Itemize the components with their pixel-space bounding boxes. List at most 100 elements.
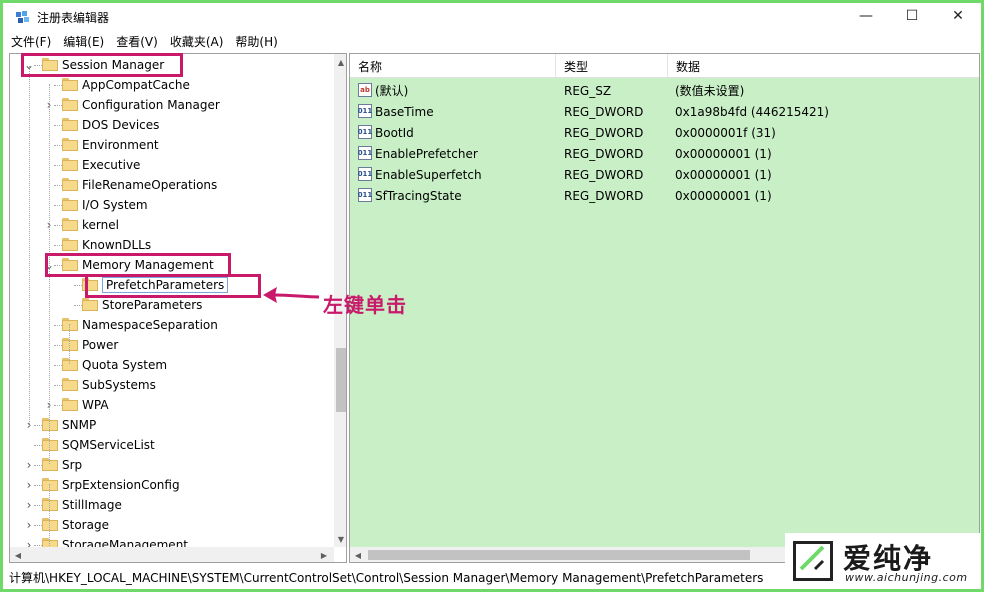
- tree-scroll-thumb[interactable]: [336, 348, 346, 412]
- tree-item[interactable]: NamespaceSeparation: [10, 315, 332, 335]
- value-type: REG_DWORD: [564, 125, 644, 140]
- tree-item[interactable]: Executive: [10, 155, 332, 175]
- tree-connector: [54, 145, 62, 146]
- folder-icon: [42, 418, 58, 431]
- folder-icon: [62, 338, 78, 351]
- tree-item-label: StoreParameters: [102, 298, 203, 312]
- tree-item[interactable]: DOS Devices: [10, 115, 332, 135]
- tree-item[interactable]: › Srp: [10, 455, 332, 475]
- expand-chevron-icon[interactable]: ›: [24, 458, 34, 472]
- tree-item[interactable]: SQMServiceList: [10, 435, 332, 455]
- tree-item[interactable]: Power: [10, 335, 332, 355]
- folder-icon: [42, 498, 58, 511]
- folder-icon: [62, 78, 78, 91]
- list-scroll-thumb[interactable]: [368, 550, 750, 560]
- tree-item-label: Srp: [62, 458, 83, 472]
- maximize-button[interactable]: ☐: [889, 3, 935, 29]
- tree-horizontal-scrollbar[interactable]: ◀ ▶: [10, 547, 334, 562]
- folder-icon: [62, 238, 78, 251]
- tree-guide-line: [69, 324, 70, 364]
- tree-item-label: kernel: [82, 218, 119, 232]
- value-row[interactable]: ab (默认) REG_SZ (数值未设置): [350, 80, 979, 101]
- tree-item-label: I/O System: [82, 198, 148, 212]
- tree-connector: [34, 545, 42, 546]
- close-button[interactable]: ✕: [935, 3, 981, 29]
- tree-connector: [34, 445, 42, 446]
- value-row[interactable]: 011 EnableSuperfetch REG_DWORD 0x00000001 (…: [350, 164, 979, 185]
- tree-item[interactable]: › Configuration Manager: [10, 95, 332, 115]
- tree-connector: [34, 465, 42, 466]
- tree-item[interactable]: › WPA: [10, 395, 332, 415]
- folder-icon: [62, 158, 78, 171]
- tree-item[interactable]: › SrpExtensionConfig: [10, 475, 332, 495]
- registry-app-icon: [16, 11, 29, 23]
- menu-favorites[interactable]: 收藏夹(A): [170, 33, 224, 50]
- value-row[interactable]: 011 BaseTime REG_DWORD 0x1a98b4fd (44621542…: [350, 101, 979, 122]
- expand-chevron-icon[interactable]: ›: [24, 478, 34, 492]
- registry-editor-window: 注册表编辑器 — ☐ ✕ 文件(F) 编辑(E) 查看(V) 收藏夹(A) 帮助…: [0, 0, 984, 592]
- folder-icon: [62, 98, 78, 111]
- tree-connector: [54, 105, 62, 106]
- folder-icon: [62, 178, 78, 191]
- tree-item-label: WPA: [82, 398, 109, 412]
- folder-icon: [42, 518, 58, 531]
- value-name: BootId: [375, 125, 414, 140]
- menu-edit[interactable]: 编辑(E): [63, 33, 104, 50]
- watermark-slash-icon: [799, 545, 825, 571]
- menu-help[interactable]: 帮助(H): [235, 33, 277, 50]
- column-header-name[interactable]: 名称: [350, 54, 556, 78]
- binary-value-icon: 011: [358, 167, 372, 181]
- tree-item[interactable]: KnownDLLs: [10, 235, 332, 255]
- column-header-type[interactable]: 类型: [556, 54, 668, 78]
- minimize-button[interactable]: —: [843, 3, 889, 29]
- tree-item[interactable]: AppCompatCache: [10, 75, 332, 95]
- scroll-up-arrow-icon[interactable]: ▲: [334, 54, 346, 70]
- value-row[interactable]: 011 BootId REG_DWORD 0x0000001f (31): [350, 122, 979, 143]
- tree-connector: [54, 385, 62, 386]
- annotation-text: 左键单击: [323, 293, 407, 317]
- value-type: REG_DWORD: [564, 167, 644, 182]
- tree-connector: [54, 85, 62, 86]
- tree-item[interactable]: › kernel: [10, 215, 332, 235]
- scroll-left-arrow-icon[interactable]: ◀: [350, 547, 366, 562]
- value-data: (数值未设置): [675, 84, 745, 98]
- tree-item[interactable]: Environment: [10, 135, 332, 155]
- watermark-url: www.aichunjing.com: [845, 571, 968, 584]
- value-name: (默认): [375, 84, 409, 98]
- tree-item[interactable]: Quota System: [10, 355, 332, 375]
- tree-item[interactable]: FileRenameOperations: [10, 175, 332, 195]
- tree-item[interactable]: SubSystems: [10, 375, 332, 395]
- binary-value-icon: 011: [358, 125, 372, 139]
- scroll-down-arrow-icon[interactable]: ▼: [334, 531, 346, 547]
- scroll-left-arrow-icon[interactable]: ◀: [10, 547, 26, 562]
- tree-item-label: DOS Devices: [82, 118, 160, 132]
- tree-item-label: KnownDLLs: [82, 238, 152, 252]
- value-row[interactable]: 011 SfTracingState REG_DWORD 0x00000001 (1): [350, 185, 979, 206]
- tree-item-label: Quota System: [82, 358, 168, 372]
- value-data: 0x1a98b4fd (446215421): [675, 104, 829, 119]
- title-bar: 注册表编辑器 — ☐ ✕: [3, 3, 981, 31]
- menu-view[interactable]: 查看(V): [116, 33, 158, 50]
- expand-chevron-icon[interactable]: ›: [24, 498, 34, 512]
- value-data: 0x0000001f (31): [675, 125, 776, 140]
- menu-file[interactable]: 文件(F): [11, 33, 51, 50]
- tree-connector: [54, 205, 62, 206]
- value-row[interactable]: 011 EnablePrefetcher REG_DWORD 0x00000001 (…: [350, 143, 979, 164]
- value-name: SfTracingState: [375, 188, 462, 203]
- tree-item-label: AppCompatCache: [82, 78, 190, 92]
- binary-value-icon: 011: [358, 146, 372, 160]
- tree-item[interactable]: I/O System: [10, 195, 332, 215]
- values-list-pane[interactable]: 名称 类型 数据 ab (默认) REG_SZ (数值未设置) 011 BaseTime R…: [349, 53, 980, 563]
- annotation-arrow-icon: [263, 287, 320, 303]
- tree-item[interactable]: › Storage: [10, 515, 332, 535]
- tree-connector: [74, 305, 82, 306]
- column-header-data[interactable]: 数据: [668, 54, 979, 78]
- folder-icon: [62, 318, 78, 331]
- expand-chevron-icon[interactable]: ›: [24, 518, 34, 532]
- tree-item[interactable]: › SNMP: [10, 415, 332, 435]
- tree-item-label: NamespaceSeparation: [82, 318, 218, 332]
- value-type: REG_DWORD: [564, 104, 644, 119]
- value-name: EnableSuperfetch: [375, 167, 482, 182]
- scroll-right-arrow-icon[interactable]: ▶: [316, 547, 332, 562]
- tree-item[interactable]: › StillImage: [10, 495, 332, 515]
